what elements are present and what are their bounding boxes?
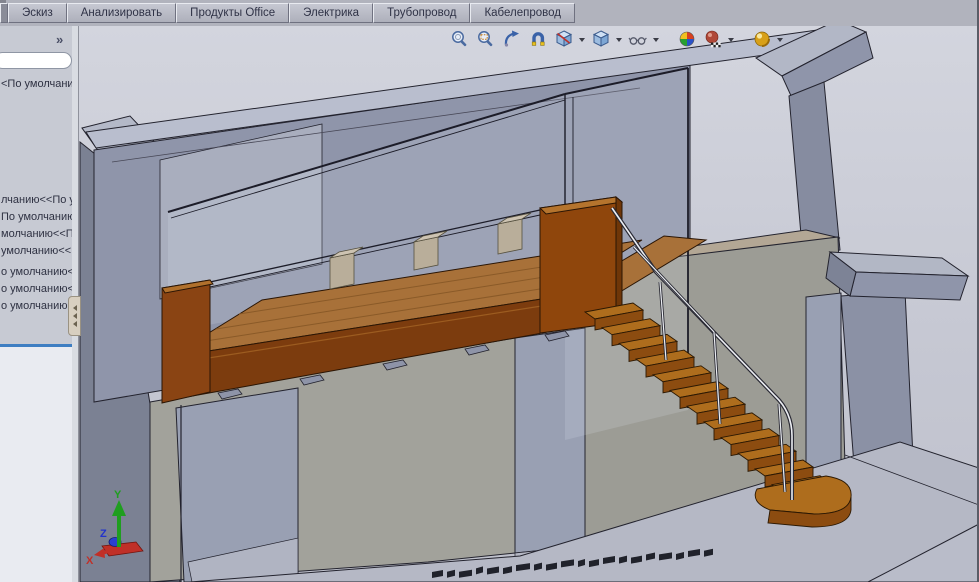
view-toolbar [450, 29, 783, 49]
dropdown-arrow-icon[interactable] [777, 38, 783, 42]
section-view-button[interactable] [554, 29, 574, 49]
pan-button[interactable] [528, 29, 548, 49]
zoom-to-area-button[interactable] [476, 29, 496, 49]
tab-partial[interactable] [0, 3, 8, 23]
model-3d[interactable]: Y X Z [78, 26, 979, 582]
pan-icon [531, 32, 545, 46]
edit-appearance-button[interactable] [703, 29, 723, 49]
tree-item[interactable]: умолчанию<<П [1, 245, 76, 257]
rotate-view-button[interactable] [502, 29, 522, 49]
apply-scene-button[interactable] [752, 29, 772, 49]
zoom-to-fit-icon [452, 31, 467, 47]
feature-panel: » <По умолчанию лчанию<<По у По умолчани… [0, 26, 81, 582]
graphics-area[interactable]: Y X Z [78, 26, 979, 582]
dropdown-arrow-icon[interactable] [616, 38, 622, 42]
tab-conduit[interactable]: Кабелепровод [470, 3, 575, 23]
tab-evaluate[interactable]: Анализировать [66, 3, 177, 23]
display-style-button[interactable] [628, 29, 648, 49]
tree-item[interactable]: о умолчанию<< [1, 283, 76, 295]
tab-electrical[interactable]: Электрика [289, 3, 374, 23]
command-tab-bar: Эскиз Анализировать Продукты Office Элек… [0, 0, 979, 27]
apply-scene-icon [754, 31, 770, 47]
tab-office-products[interactable]: Продукты Office [176, 3, 290, 23]
tree-scroll-handle[interactable] [68, 296, 81, 336]
tree-item[interactable]: о умолчанию<< [1, 300, 76, 312]
tab-piping[interactable]: Трубопровод [373, 3, 471, 23]
tree-item[interactable]: По умолчанию< [1, 211, 76, 223]
tree-item[interactable]: лчанию<<По у [1, 194, 76, 206]
rotate-view-icon [504, 30, 519, 47]
triad-x-label: X [86, 555, 94, 567]
view-orientation-icon [592, 30, 610, 47]
solidworks-window: Эскиз Анализировать Продукты Office Элек… [0, 0, 979, 582]
display-style-icon [628, 37, 647, 45]
edit-appearance-icon [705, 30, 721, 48]
window-top-edge [0, 0, 6, 3]
realview-button[interactable] [677, 29, 697, 49]
zoom-to-area-icon [478, 31, 493, 47]
zoom-to-fit-button[interactable] [450, 29, 470, 49]
dropdown-arrow-icon[interactable] [728, 38, 734, 42]
view-orientation-button[interactable] [591, 29, 611, 49]
tab-sketch[interactable]: Эскиз [8, 3, 67, 23]
panel-lower-area [0, 347, 72, 582]
tree-item[interactable]: о умолчанию<< [1, 266, 76, 278]
section-view-icon [555, 30, 573, 47]
dropdown-arrow-icon[interactable] [579, 38, 585, 42]
triad-z-label: Z [100, 528, 107, 540]
tree-item[interactable]: молчанию<<По [1, 228, 76, 240]
realview-icon [679, 31, 695, 47]
triad-y-label: Y [114, 489, 122, 501]
dropdown-arrow-icon[interactable] [653, 38, 659, 42]
